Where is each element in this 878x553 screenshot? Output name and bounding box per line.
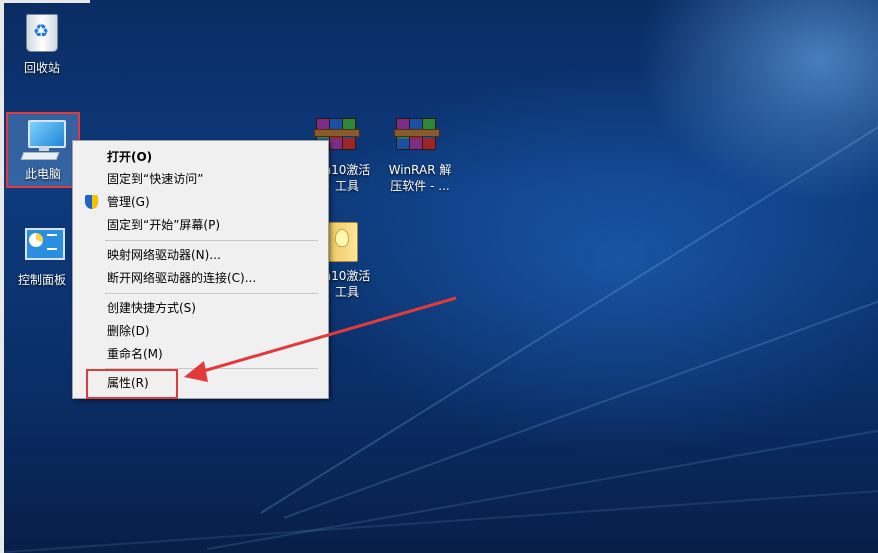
wallpaper-light-beam — [206, 391, 878, 551]
window-edge — [0, 0, 4, 553]
desktop-icon-recycle-bin[interactable]: 回收站 — [6, 10, 78, 76]
desktop-icon-this-pc[interactable]: 此电脑 — [6, 112, 80, 188]
menu-item-create-shortcut[interactable]: 创建快捷方式(S) — [75, 297, 326, 319]
menu-separator — [105, 293, 318, 294]
desktop-icon-label: 回收站 — [23, 61, 60, 75]
recycle-bin-icon — [19, 10, 65, 56]
desktop-icon-label: 此电脑 — [24, 167, 61, 181]
menu-separator — [105, 240, 318, 241]
menu-item-map-network-drive[interactable]: 映射网络驱动器(N)... — [75, 244, 326, 266]
menu-item-pin-quick-access[interactable]: 固定到“快速访问” — [75, 168, 326, 190]
menu-item-open[interactable]: 打开(O) — [75, 146, 326, 168]
control-panel-icon — [19, 222, 65, 268]
wallpaper-light-beam — [1, 488, 878, 553]
desktop-icon-label: WinRAR 解 压软件 - ... — [388, 163, 452, 193]
desktop-icon-control-panel[interactable]: 控制面板 — [6, 222, 78, 288]
uac-shield-icon — [85, 195, 98, 209]
desktop-icon-label: 控制面板 — [17, 273, 66, 287]
menu-item-delete[interactable]: 删除(D) — [75, 320, 326, 342]
winrar-archive-icon — [380, 112, 460, 158]
context-menu: 打开(O) 固定到“快速访问” 管理(G) 固定到“开始”屏幕(P) 映射网络驱… — [72, 140, 329, 399]
menu-item-rename[interactable]: 重命名(M) — [75, 343, 326, 365]
computer-icon — [20, 116, 66, 162]
menu-item-manage[interactable]: 管理(G) — [75, 191, 326, 213]
properties-highlight-box — [86, 369, 178, 399]
menu-item-pin-start[interactable]: 固定到“开始”屏幕(P) — [75, 214, 326, 236]
desktop-icon-winrar[interactable]: WinRAR 解 压软件 - ... — [380, 112, 460, 194]
menu-item-disconnect-network-drive[interactable]: 断开网络驱动器的连接(C)... — [75, 267, 326, 289]
window-edge — [0, 0, 90, 3]
